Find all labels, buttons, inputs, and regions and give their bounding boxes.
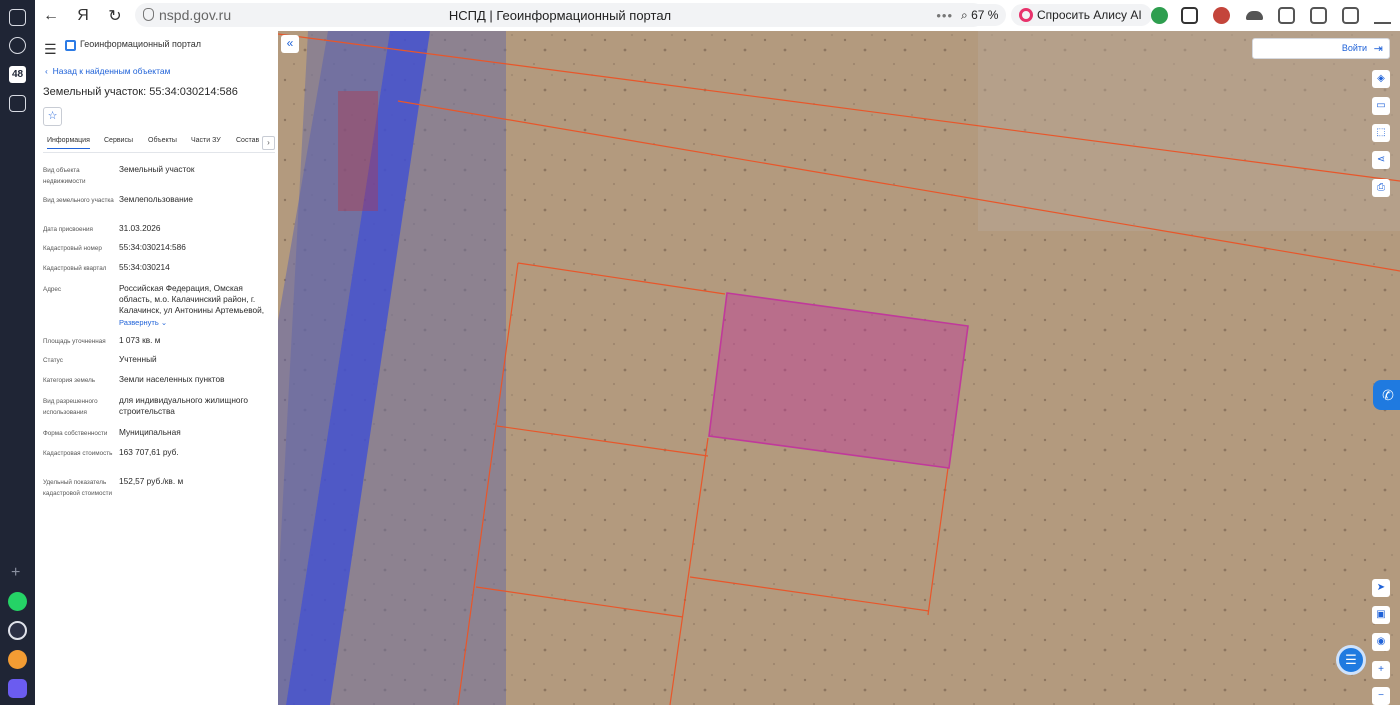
row-label: Кадастровая стоимость	[43, 450, 113, 457]
tab-objects[interactable]: Объекты	[148, 137, 177, 144]
print-icon[interactable]: ⎙	[1372, 179, 1390, 197]
ruler-icon[interactable]: ▭	[1372, 97, 1390, 115]
chat-icon[interactable]: ☰	[1336, 645, 1366, 675]
select-area-icon[interactable]: ⬚	[1372, 124, 1390, 142]
rail-badge[interactable]: 48	[9, 66, 26, 83]
screenshot-icon[interactable]	[9, 95, 26, 112]
row-label: Удельный показатель кадастровой стоимост…	[43, 479, 113, 497]
row-value: 163 707,61 руб.	[119, 447, 179, 457]
extension-icon[interactable]	[1151, 7, 1168, 24]
add-icon[interactable]: +	[11, 564, 20, 582]
circle-app-icon[interactable]	[8, 621, 27, 640]
more-icon[interactable]: •••	[936, 8, 953, 23]
zoom-in-icon[interactable]: +	[1372, 661, 1390, 679]
row-label: Кадастровый номер	[43, 245, 102, 252]
reload-icon[interactable]: ↻	[99, 0, 131, 31]
whatsapp-icon[interactable]	[8, 592, 27, 611]
row-value: 152,57 руб./кв. м	[119, 476, 184, 486]
object-title: Земельный участок: 55:34:030214:586	[43, 86, 238, 98]
address-bar[interactable]: nspd.gov.ru НСПД | Геоинформационный пор…	[135, 3, 985, 27]
expand-link-label: Развернуть	[119, 318, 159, 327]
row-value: Учтенный	[119, 354, 157, 364]
row-label: Площадь уточненная	[43, 338, 106, 345]
locate-icon[interactable]: ➤	[1372, 579, 1390, 597]
extension-icon[interactable]	[1181, 7, 1198, 24]
page-title: НСПД | Геоинформационный портал	[448, 7, 672, 23]
portal-logo-icon	[65, 40, 76, 51]
zoom-indicator[interactable]: ⌕ 67 %	[953, 4, 1007, 26]
row-label: Форма собственности	[43, 430, 108, 437]
screen-icon[interactable]: ▣	[1372, 606, 1390, 624]
extension-icon[interactable]	[1342, 7, 1359, 24]
row-value: для индивидуального жилищного строительс…	[119, 395, 248, 416]
login-label: Войти	[1341, 43, 1367, 53]
panel-header-title: Геоинформационный портал	[80, 39, 201, 49]
tab-info[interactable]: Информация	[47, 137, 90, 149]
back-link-label: Назад к найденным объектам	[52, 66, 171, 76]
puzzle-icon[interactable]	[1278, 7, 1295, 24]
row-label: Вид разрешенного использования	[43, 398, 98, 416]
menu-icon[interactable]: ☰	[44, 41, 57, 58]
map-layer	[278, 31, 1400, 705]
row-value: Земли населенных пунктов	[119, 374, 225, 384]
tab-parcel-parts[interactable]: Части ЗУ	[191, 137, 221, 144]
row-value: 31.03.2026	[119, 223, 161, 233]
assistant-chat-icon[interactable]: ✆	[1373, 380, 1400, 410]
row-value: 55:34:030214:586	[119, 242, 186, 252]
share-icon[interactable]: ⋖	[1372, 151, 1390, 169]
messenger-app-icon[interactable]	[8, 679, 27, 698]
alice-label: Спросить Алису AI	[1037, 8, 1142, 22]
map-canvas[interactable]: « Войти ⇥ ◈ ▭ ⬚ ⋖ ⎙ ✆ ➤ ▣ ◉ + − ☰	[278, 31, 1400, 705]
row-label: Вид объекта недвижимости	[43, 167, 86, 185]
row-value: 1 073 кв. м	[119, 335, 161, 345]
row-label: Статус	[43, 357, 63, 364]
location-pin-icon[interactable]: ◉	[1372, 633, 1390, 651]
expand-address-link[interactable]: Развернуть ⌄	[119, 318, 167, 327]
zoom-value: 67 %	[971, 8, 999, 22]
tab-composition[interactable]: Состав	[236, 137, 259, 144]
yandex-icon[interactable]: Я	[67, 0, 99, 31]
row-value: Землепользование	[119, 194, 193, 204]
tab-services[interactable]: Сервисы	[104, 137, 133, 144]
row-label: Дата присвоения	[43, 226, 93, 233]
browser-side-rail: 48 +	[0, 0, 35, 705]
login-icon: ⇥	[1373, 43, 1383, 55]
zoom-out-icon[interactable]: −	[1372, 687, 1390, 705]
favorite-star-icon[interactable]: ☆	[43, 107, 62, 126]
layers-icon[interactable]: ◈	[1372, 70, 1390, 88]
tabs-next-chevron-icon[interactable]: ›	[262, 136, 275, 150]
address-value: Российская Федерация, Омская область, м.…	[119, 283, 265, 315]
light-ground-area	[978, 31, 1400, 231]
row-value: Муниципальная	[119, 427, 181, 437]
login-button[interactable]: Войти ⇥	[1252, 38, 1390, 59]
red-patch	[338, 91, 378, 211]
info-panel: ☰ Геоинформационный портал ‹ Назад к най…	[35, 31, 278, 705]
back-to-results-link[interactable]: ‹ Назад к найденным объектам	[45, 66, 170, 76]
browser-toolbar: ← Я ↻ nspd.gov.ru НСПД | Геоинформационн…	[35, 0, 1400, 31]
downloads-icon[interactable]	[1374, 7, 1391, 24]
row-value: 55:34:030214	[119, 262, 170, 272]
extension-icon[interactable]	[1310, 7, 1327, 24]
play-icon[interactable]	[9, 37, 26, 54]
extension-icon[interactable]	[1246, 11, 1263, 20]
alice-icon	[1019, 8, 1033, 22]
tab-bar: Информация Сервисы Объекты Части ЗУ Сост…	[43, 134, 275, 153]
row-label: Адрес	[43, 286, 62, 293]
extension-icon[interactable]	[1213, 7, 1230, 24]
collapse-panel-icon[interactable]: «	[281, 35, 299, 53]
tabs-icon[interactable]	[9, 9, 26, 26]
alice-button[interactable]: Спросить Алису AI	[1011, 4, 1152, 26]
row-label: Категория земель	[43, 377, 96, 384]
row-value: Земельный участок	[119, 164, 195, 174]
mail-app-icon[interactable]	[8, 650, 27, 669]
row-label: Кадастровый квартал	[43, 265, 107, 272]
row-label: Вид земельного участка	[43, 197, 114, 204]
back-arrow-icon[interactable]: ←	[35, 0, 67, 31]
